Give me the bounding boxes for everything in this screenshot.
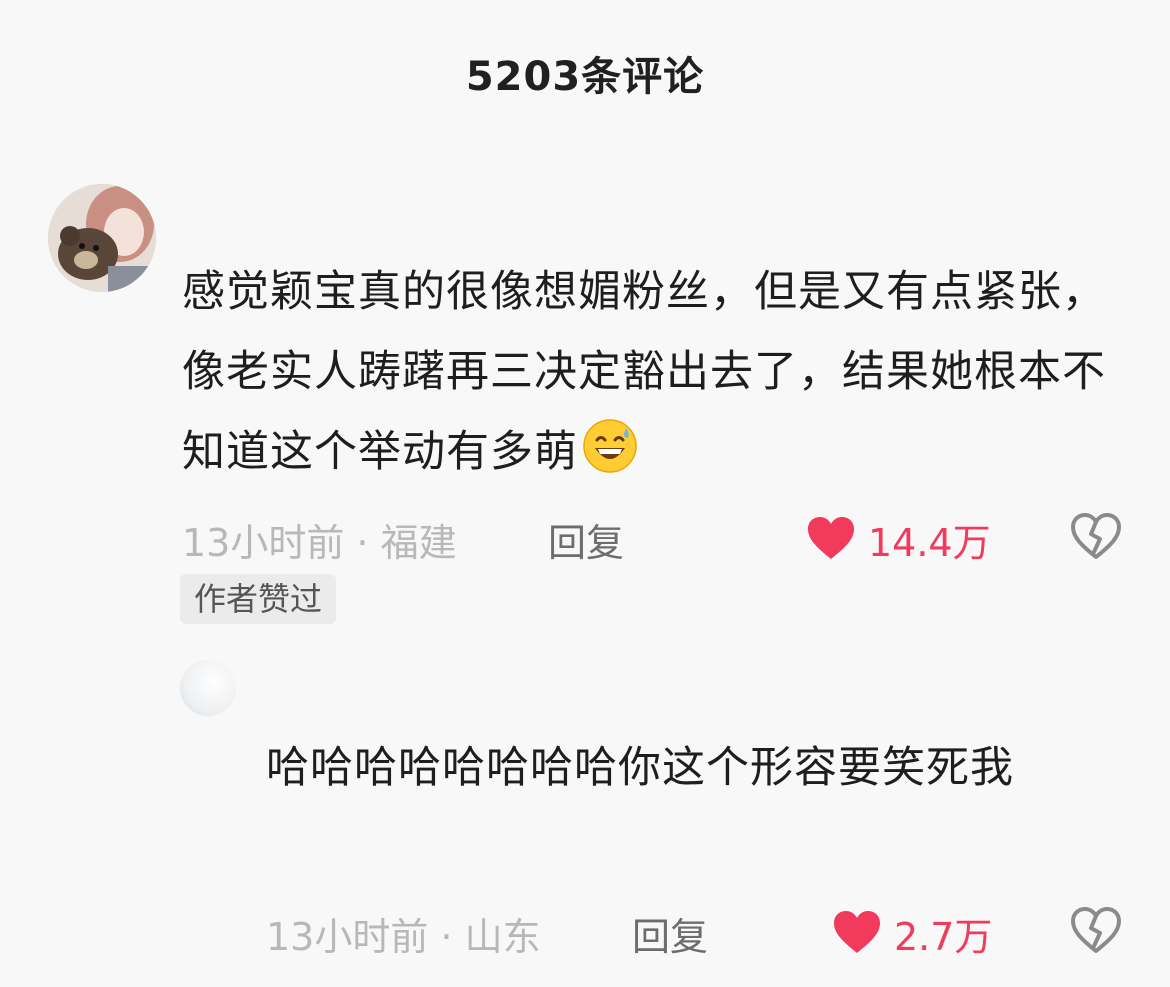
reply-button[interactable]: 回复 xyxy=(548,512,624,567)
like-count: 14.4万 xyxy=(868,521,991,565)
comment-text: 感觉颖宝真的很像想媚粉丝，但是又有点紧张，像老实人踌躇再三决定豁出去了，结果她根… xyxy=(182,252,1112,492)
like-count: 2.7万 xyxy=(894,915,993,959)
grinning-sweat-emoji-icon xyxy=(582,418,638,474)
like-button[interactable]: 2.7万 xyxy=(832,906,992,961)
broken-heart-icon[interactable] xyxy=(1070,906,1122,958)
reply-text: 哈哈哈哈哈哈哈哈你这个形容要笑死我 xyxy=(266,743,1014,793)
heart-icon xyxy=(832,909,882,959)
heart-icon xyxy=(806,515,856,565)
broken-heart-icon[interactable] xyxy=(1070,512,1122,564)
reply-button[interactable]: 回复 xyxy=(632,906,708,961)
comment-body: 感觉颖宝真的很像想媚粉丝，但是又有点紧张，像老实人踌躇再三决定豁出去了，结果她根… xyxy=(182,267,1106,477)
comment-meta: 13小时前 · 福建 xyxy=(182,521,457,565)
like-button[interactable]: 14.4万 xyxy=(806,512,991,567)
reply-user-avatar[interactable] xyxy=(180,660,236,716)
user-avatar[interactable] xyxy=(48,184,156,292)
reply-meta: 13小时前 · 山东 xyxy=(266,915,541,959)
comments-count-title: 5203条评论 xyxy=(465,54,705,100)
author-liked-badge: 作者赞过 xyxy=(180,574,337,624)
